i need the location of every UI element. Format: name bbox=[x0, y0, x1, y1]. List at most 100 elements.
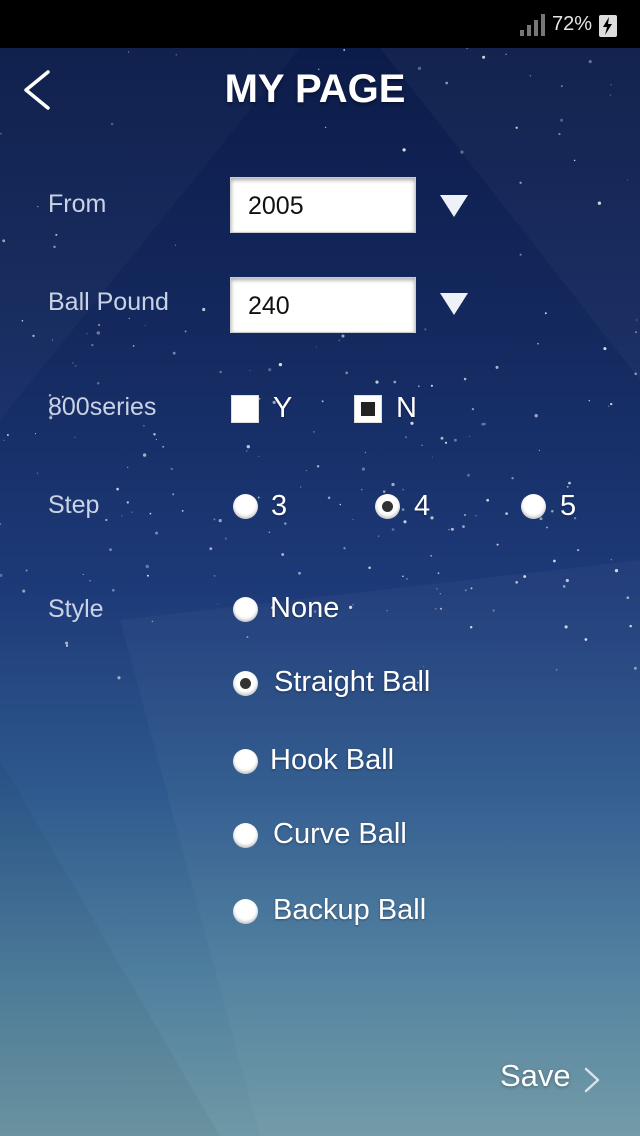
star bbox=[439, 593, 441, 595]
star bbox=[402, 148, 406, 152]
step-radio-3[interactable] bbox=[233, 494, 258, 519]
star bbox=[495, 365, 499, 369]
star bbox=[155, 438, 157, 440]
star bbox=[257, 496, 260, 499]
style-radio-straight-ball[interactable] bbox=[233, 671, 258, 696]
star bbox=[111, 588, 115, 592]
star bbox=[551, 509, 554, 513]
star bbox=[430, 384, 433, 387]
star bbox=[467, 473, 470, 477]
star bbox=[246, 445, 250, 449]
star bbox=[153, 433, 156, 436]
star bbox=[453, 438, 457, 442]
star bbox=[609, 402, 613, 406]
save-button[interactable]: Save bbox=[500, 1058, 571, 1094]
star bbox=[300, 486, 302, 488]
star bbox=[51, 339, 53, 341]
dropdown-arrow-icon[interactable] bbox=[439, 193, 469, 219]
step-option-4: 4 bbox=[414, 490, 431, 522]
star bbox=[258, 455, 260, 457]
star bbox=[603, 347, 607, 351]
star bbox=[0, 573, 3, 577]
ball-pound-value: 240 bbox=[248, 292, 290, 320]
checkbox-mark bbox=[361, 402, 375, 416]
star bbox=[402, 488, 405, 491]
star bbox=[110, 122, 114, 126]
star bbox=[377, 535, 380, 537]
star bbox=[544, 312, 547, 315]
star bbox=[145, 564, 149, 569]
star bbox=[496, 543, 499, 546]
star bbox=[278, 362, 283, 367]
star bbox=[519, 181, 522, 184]
star bbox=[341, 334, 345, 338]
star bbox=[437, 572, 440, 575]
star bbox=[553, 559, 556, 563]
star bbox=[181, 510, 184, 512]
series800-option-y: Y bbox=[273, 392, 293, 424]
star bbox=[127, 466, 129, 469]
star bbox=[573, 159, 576, 162]
star bbox=[0, 523, 2, 526]
star bbox=[404, 436, 407, 439]
star bbox=[144, 325, 146, 327]
star bbox=[281, 553, 285, 556]
from-select[interactable]: 2005 bbox=[230, 177, 416, 233]
star bbox=[6, 434, 9, 436]
style-radio-hook-ball[interactable] bbox=[233, 749, 258, 774]
star bbox=[91, 343, 94, 347]
star bbox=[218, 518, 222, 523]
star bbox=[37, 205, 39, 208]
star bbox=[418, 385, 420, 387]
star bbox=[162, 445, 165, 448]
dropdown-arrow-icon[interactable] bbox=[439, 291, 469, 317]
star bbox=[321, 400, 324, 403]
step-radio-5[interactable] bbox=[521, 494, 546, 519]
star bbox=[245, 450, 248, 452]
style-radio-backup-ball[interactable] bbox=[233, 899, 258, 924]
star bbox=[492, 609, 495, 612]
star bbox=[22, 589, 26, 593]
star bbox=[515, 126, 518, 129]
style-option-straight-ball: Straight Ball bbox=[274, 666, 431, 698]
star bbox=[402, 575, 404, 578]
star bbox=[345, 371, 349, 375]
star bbox=[361, 467, 365, 471]
step-radio-4[interactable] bbox=[375, 494, 400, 519]
star bbox=[53, 245, 56, 249]
star bbox=[511, 477, 514, 480]
star bbox=[170, 467, 173, 471]
signal-icon bbox=[520, 14, 545, 36]
star bbox=[546, 526, 548, 529]
style-option-backup-ball: Backup Ball bbox=[273, 894, 427, 926]
series800-checkbox-y[interactable] bbox=[231, 395, 259, 423]
star bbox=[86, 333, 88, 335]
star bbox=[562, 585, 566, 588]
star bbox=[65, 641, 69, 645]
star bbox=[117, 676, 121, 680]
ball-pound-select[interactable]: 240 bbox=[230, 277, 416, 333]
star bbox=[116, 487, 119, 491]
star bbox=[316, 465, 320, 468]
star bbox=[128, 51, 130, 53]
star bbox=[132, 345, 135, 347]
page-title: MY PAGE bbox=[224, 67, 406, 111]
star bbox=[627, 179, 629, 181]
star bbox=[406, 578, 408, 580]
star bbox=[0, 132, 2, 135]
style-radio-none[interactable] bbox=[233, 597, 258, 622]
star bbox=[343, 547, 346, 550]
star bbox=[481, 422, 485, 426]
series800-checkbox-n[interactable] bbox=[354, 395, 382, 423]
chevron-right-icon[interactable] bbox=[582, 1066, 602, 1094]
star bbox=[202, 307, 206, 312]
star bbox=[109, 548, 112, 552]
style-radio-curve-ball[interactable] bbox=[233, 823, 258, 848]
star bbox=[89, 579, 91, 582]
star bbox=[74, 436, 76, 438]
star bbox=[610, 558, 613, 561]
star bbox=[55, 233, 58, 236]
star bbox=[65, 644, 69, 647]
star bbox=[430, 554, 433, 557]
star bbox=[468, 435, 471, 438]
